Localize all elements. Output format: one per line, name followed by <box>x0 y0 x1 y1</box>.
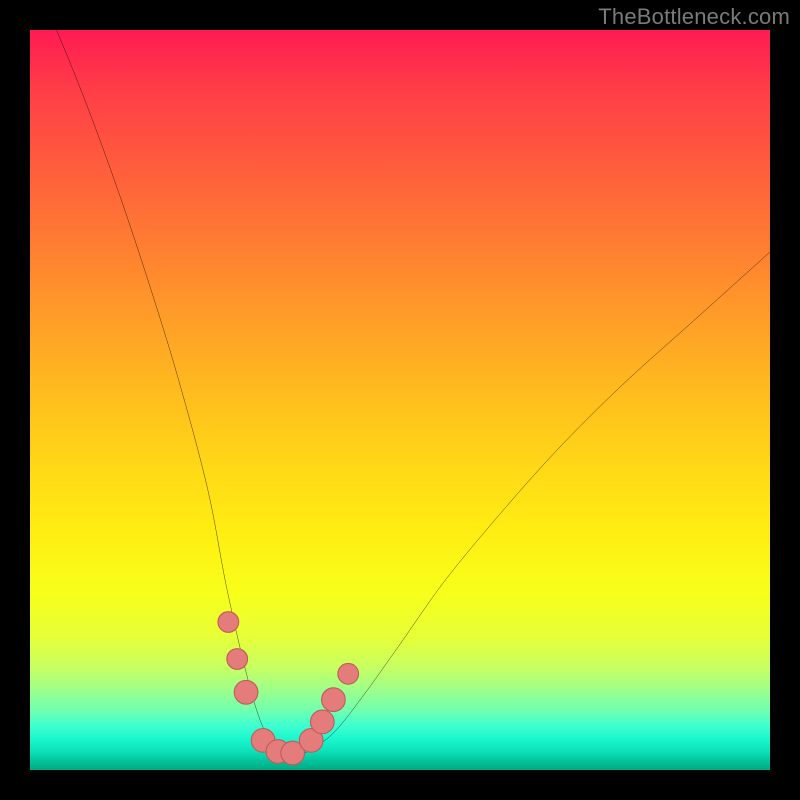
curve-markers <box>218 612 359 765</box>
chart-frame: TheBottleneck.com <box>0 0 800 800</box>
marker-right-mid1 <box>310 710 334 734</box>
plot-area <box>30 30 770 770</box>
chart-svg <box>30 30 770 770</box>
bottleneck-curve <box>30 30 770 759</box>
marker-left-mid <box>227 649 248 670</box>
marker-left-upper <box>218 612 239 633</box>
marker-right-upper <box>338 663 359 684</box>
watermark-text: TheBottleneck.com <box>598 4 790 30</box>
marker-right-mid2 <box>322 688 346 712</box>
marker-left-lower <box>234 680 258 704</box>
